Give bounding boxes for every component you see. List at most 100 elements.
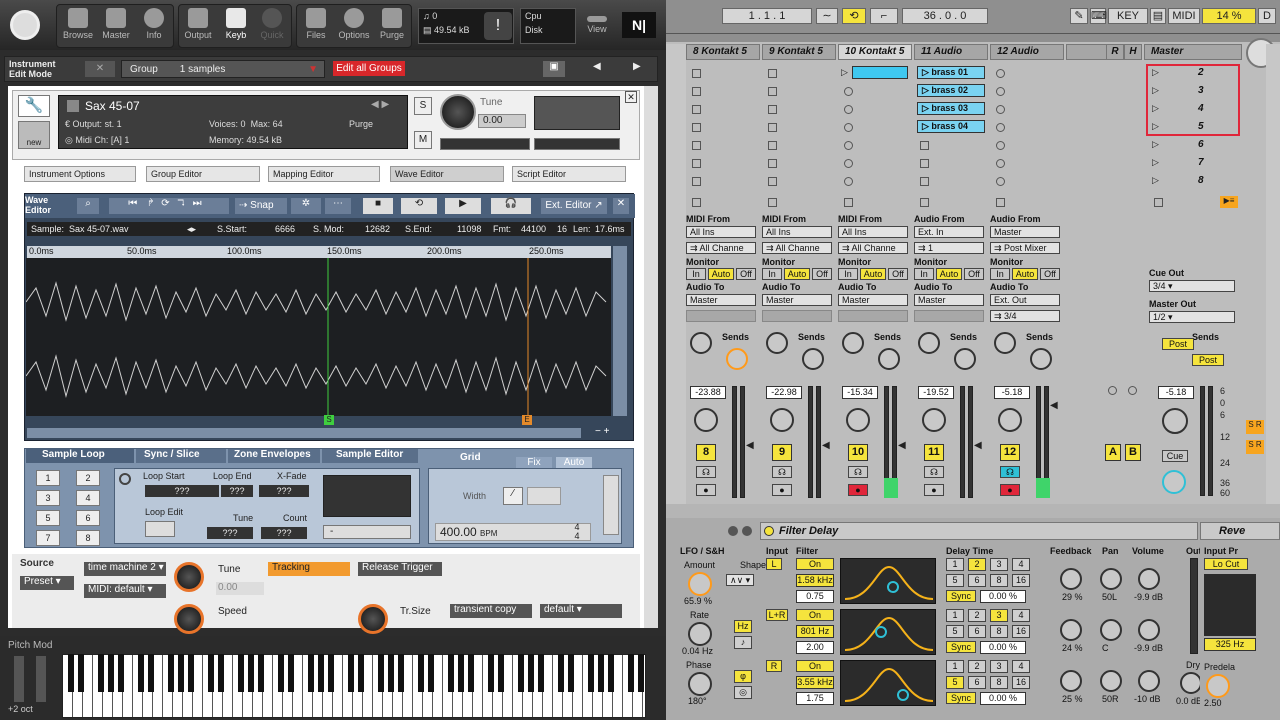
clip-slot[interactable]: ▷ brass 04 [917,120,985,133]
loop-switch-icon[interactable]: ⟲ [842,8,866,24]
track-10-header[interactable]: 10 Kontakt 5 [838,44,912,60]
save-icon[interactable]: ▣ [543,61,565,77]
return-a-button[interactable]: A [1105,444,1121,461]
filter-curve-display[interactable] [840,558,936,604]
scene-launch-icon[interactable]: ▷ [1152,103,1159,114]
zoom-icon[interactable]: ⌕ [77,198,99,214]
device-power-icon[interactable] [764,526,774,536]
delay-time-button[interactable]: 1 [946,660,964,673]
send-a-knob[interactable] [994,332,1016,354]
track-pan-knob[interactable] [998,408,1022,432]
prev-icon[interactable]: ◀ [593,61,601,72]
filter-curve-display[interactable] [840,609,936,655]
delay-time-button[interactable]: 4 [1012,660,1030,673]
filter-curve-display[interactable] [840,660,936,706]
input-channel-button[interactable]: L [766,558,782,570]
preset-dropdown[interactable]: Preset ▾ [20,576,74,590]
sync-button[interactable]: Sync [946,692,976,704]
cue-volume-knob[interactable] [1162,470,1186,494]
headphone-solo-icon[interactable]: ☊ [848,466,868,478]
delay-time-button[interactable]: 6 [968,625,986,638]
filter-frequency[interactable]: 801 Hz [796,625,834,638]
solo-button[interactable]: S [414,97,432,115]
default-dropdown[interactable]: default ▾ [540,604,622,618]
filter-on-button[interactable]: On [796,660,834,672]
computer-keyboard-icon[interactable]: ⌨ [1090,8,1107,24]
filter-delay-title[interactable]: Filter Delay [760,522,1198,540]
audio-to-dropdown[interactable]: Master [914,294,984,306]
monitor-auto-button[interactable]: Auto [860,268,886,280]
piano-black-keys[interactable] [62,654,646,692]
headphones-icon[interactable]: 🎧 [491,198,531,214]
delay-time-button[interactable]: 4 [1012,558,1030,571]
reverb-freq[interactable]: 325 Hz [1204,638,1256,651]
monitor-in-button[interactable]: In [914,268,934,280]
loop-5-button[interactable]: 5 [36,510,60,526]
zoom-buttons[interactable]: − + [595,426,609,437]
clip-stop-button[interactable] [768,177,777,186]
track-stop-button[interactable] [692,198,701,207]
lfo-beat-icon[interactable]: ♪ [734,636,752,649]
delay-time-button[interactable]: 4 [1012,609,1030,622]
headphone-solo-icon[interactable]: ☊ [1000,466,1020,478]
master-button[interactable]: Master [98,6,134,46]
monitor-off-button[interactable]: Off [888,268,908,280]
delay-time-button[interactable]: 2 [968,558,986,571]
clip-stop-button[interactable] [844,123,853,132]
ext-editor-button[interactable]: Ext. Editor ↗ [541,198,607,214]
track-volume[interactable]: -23.88 [690,386,726,399]
loop-length[interactable]: 36 . 0 . 0 [902,8,988,24]
track-volume[interactable]: -22.98 [766,386,802,399]
input-source-dropdown[interactable]: Ext. In [914,226,984,238]
track-activator-button[interactable]: 11 [924,444,944,461]
tune-value[interactable]: 0.00 [478,114,526,128]
loop-start-field[interactable]: ??? [145,485,219,497]
arm-record-icon[interactable]: ● [924,484,944,496]
delay-offset[interactable]: 0.00 % [980,641,1026,654]
clip-stop-button[interactable] [844,177,853,186]
scene-launch-icon[interactable]: ▷ [1152,157,1159,168]
clip-stop-button[interactable] [768,159,777,168]
speed-knob[interactable] [174,604,204,634]
track-stop-button[interactable] [996,198,1005,207]
clip-stop-button[interactable] [768,123,777,132]
clip-stop-button[interactable] [844,159,853,168]
delay-time-button[interactable]: 8 [990,625,1008,638]
filter-q[interactable]: 1.75 [796,692,834,705]
quick-button[interactable]: Quick [254,6,290,46]
feedback-knob[interactable] [1060,568,1082,590]
scene-launch-icon[interactable]: ▷ [1152,175,1159,186]
delay-time-button[interactable]: 1 [946,558,964,571]
delay-offset[interactable]: 0.00 % [980,692,1026,705]
input-channel-button[interactable]: L+R [766,609,788,621]
cue-button[interactable]: Cue [1162,450,1188,462]
input-source-dropdown[interactable]: Master [990,226,1060,238]
clip-stop-button[interactable] [920,177,929,186]
volume-knob[interactable] [1138,568,1160,590]
track-12-header[interactable]: 12 Audio [990,44,1064,60]
volume-fader-arrow-icon[interactable]: ◀ [974,440,982,451]
send-a-knob[interactable] [690,332,712,354]
close-instrument-icon[interactable]: ✕ [625,91,637,103]
info-button[interactable]: Info [136,6,172,46]
track-stop-button[interactable] [844,198,853,207]
start-marker-handle[interactable]: S [324,415,334,425]
monitor-auto-button[interactable]: Auto [784,268,810,280]
send-b-knob[interactable] [878,348,900,370]
track-pan-knob[interactable] [694,408,718,432]
clip-stop-button[interactable] [996,159,1005,168]
send-a-knob[interactable] [766,332,788,354]
clip-stop-button[interactable] [692,87,701,96]
scene-launch-icon[interactable]: ▷ [1152,139,1159,150]
arm-record-icon[interactable]: ● [1000,484,1020,496]
loop-8-button[interactable]: 8 [76,530,100,546]
arm-record-icon[interactable]: ● [696,484,716,496]
scene-launch-icon[interactable]: ▶≡ [1220,196,1238,208]
edit-all-groups-button[interactable]: Edit all Groups [333,61,405,76]
pitch-wheel[interactable] [14,656,24,702]
tab-zone-envelopes[interactable]: Zone Envelopes [228,449,320,463]
tr-size-knob[interactable] [358,604,388,634]
input-channel-dropdown[interactable]: ⇉ Post Mixer [990,242,1060,254]
pan-knob[interactable] [1100,670,1122,692]
loop-7-button[interactable]: 7 [36,530,60,546]
